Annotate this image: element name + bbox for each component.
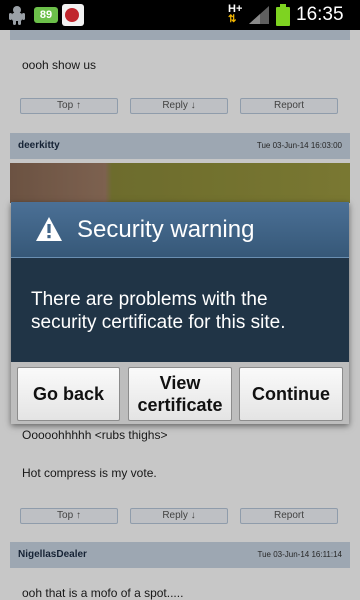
dialog-message: There are problems with the security cer… — [31, 289, 286, 333]
android-robot-icon — [9, 6, 25, 25]
warning-triangle-icon — [36, 217, 62, 241]
data-arrows-icon: ⇅ — [228, 14, 237, 25]
view-certificate-label-line2: certificate — [137, 395, 223, 415]
app-notification-icon — [62, 4, 84, 26]
go-back-label: Go back — [32, 384, 105, 404]
signal-icon — [249, 6, 269, 24]
battery-level-badge: 89 — [34, 7, 58, 23]
network-type: H+ ⇅ — [228, 3, 242, 25]
continue-button[interactable]: Continue — [239, 367, 343, 421]
dialog-title: Security warning — [77, 216, 255, 243]
go-back-button[interactable]: Go back — [17, 367, 120, 421]
clock: 16:35 — [296, 4, 344, 25]
view-certificate-label-line1: View — [159, 373, 201, 393]
battery-icon — [276, 4, 290, 26]
view-certificate-button[interactable]: View certificate — [128, 367, 232, 421]
continue-label: Continue — [252, 384, 330, 404]
status-bar: 89 H+ ⇅ 16:35 — [0, 0, 360, 30]
dialog-header: Security warning — [11, 202, 349, 258]
dialog-button-bar: Go back View certificate Continue — [11, 362, 349, 424]
security-warning-dialog: Security warning There are problems with… — [11, 202, 349, 424]
